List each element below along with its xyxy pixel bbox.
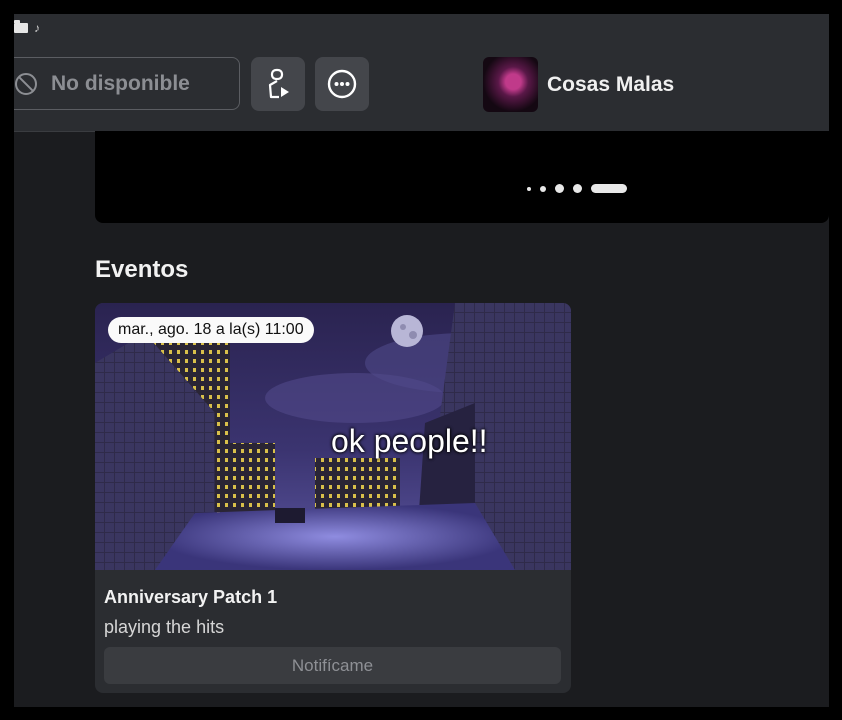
carousel-dot[interactable] (540, 185, 546, 192)
tiktok-logo-icon: ♪ (34, 21, 40, 35)
group-name[interactable]: Cosas Malas (547, 73, 674, 97)
join-party-button[interactable] (251, 57, 305, 111)
more-options-button[interactable] (315, 57, 369, 111)
person-play-icon (268, 68, 289, 99)
ban-icon (15, 72, 37, 95)
event-title: Anniversary Patch 1 (104, 587, 278, 607)
carousel-pagination (527, 184, 627, 193)
unavailable-label: No disponible (51, 71, 190, 95)
media-carousel[interactable] (95, 131, 829, 223)
events-section-title: Eventos (95, 256, 189, 283)
carousel-dot[interactable] (555, 184, 564, 193)
carousel-dot[interactable] (527, 186, 531, 191)
event-date-badge: mar., ago. 18 a la(s) 11:00 (108, 317, 314, 343)
top-bar: ♪ No disponible Cosas Malas (14, 14, 829, 132)
carousel-dot[interactable] (573, 184, 582, 193)
event-card[interactable]: mar., ago. 18 a la(s) 11:00 ok people!! … (95, 303, 571, 693)
video-caption: ok people!! (331, 423, 488, 459)
watermark: ♪ (14, 20, 40, 35)
folder-icon (14, 20, 28, 33)
app-screen: ♪ No disponible Cosas Malas Eventos mar.… (14, 14, 829, 707)
event-description: playing the hits (104, 617, 225, 637)
carousel-dot-active[interactable] (591, 184, 627, 193)
notify-me-button[interactable]: Notifícame (104, 647, 561, 684)
more-dots-icon (327, 69, 357, 99)
unavailable-button[interactable]: No disponible (14, 57, 240, 110)
group-thumbnail[interactable] (483, 57, 538, 112)
